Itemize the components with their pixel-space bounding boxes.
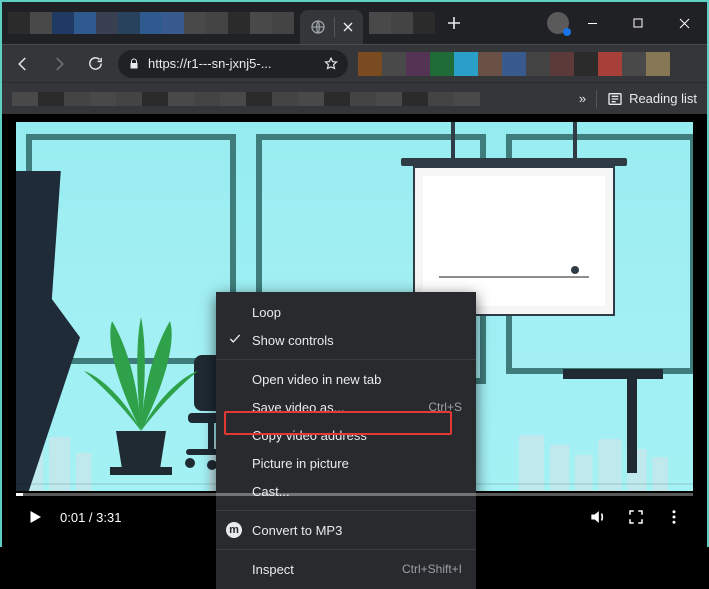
forward-button[interactable] [46, 51, 72, 77]
globe-icon [310, 19, 326, 35]
obscured-tabs [8, 12, 294, 34]
profile-avatar[interactable] [547, 12, 569, 34]
video-controls: 0:01 / 3:31 [16, 493, 693, 537]
video-context-menu: Loop Show controls Open video in new tab… [216, 292, 476, 589]
toolbar: https://r1---sn-jxnj5-... [2, 44, 707, 82]
video-progress-track[interactable] [16, 493, 693, 496]
reading-list-label: Reading list [629, 91, 697, 106]
obscured-extensions [358, 52, 699, 76]
window-titlebar [2, 2, 707, 44]
bookmark-star-icon[interactable] [324, 57, 338, 71]
reload-button[interactable] [82, 51, 108, 77]
ctx-separator [216, 359, 476, 360]
ctx-loop[interactable]: Loop [216, 298, 476, 326]
play-button[interactable] [22, 504, 48, 530]
bookmarks-bar: » Reading list [2, 82, 707, 114]
volume-button[interactable] [585, 504, 611, 530]
ctx-separator [216, 549, 476, 550]
tab-strip [2, 2, 569, 44]
tab-divider [334, 17, 335, 37]
back-button[interactable] [10, 51, 36, 77]
check-icon [228, 332, 242, 349]
url-text: https://r1---sn-jxnj5-... [148, 56, 316, 71]
ctx-show-controls[interactable]: Show controls [216, 326, 476, 354]
lock-icon [128, 58, 140, 70]
video-progress-fill [16, 493, 23, 496]
obscured-bookmarks [12, 92, 480, 106]
ctx-open-new-tab[interactable]: Open video in new tab [216, 365, 476, 393]
ctx-picture-in-picture[interactable]: Picture in picture [216, 449, 476, 477]
divider [596, 90, 597, 108]
address-bar[interactable]: https://r1---sn-jxnj5-... [118, 50, 348, 78]
scene-plant [76, 311, 206, 491]
window-controls [569, 7, 707, 39]
active-tab[interactable] [300, 10, 363, 44]
reading-list-icon [607, 91, 623, 107]
ctx-inspect[interactable]: InspectCtrl+Shift+I [216, 555, 476, 583]
reading-list-button[interactable]: Reading list [607, 91, 697, 107]
obscured-tabs-right [369, 12, 435, 34]
window-maximize-button[interactable] [615, 7, 661, 39]
scene-desk [563, 369, 663, 483]
video-time: 0:01 / 3:31 [60, 510, 121, 525]
fullscreen-button[interactable] [623, 504, 649, 530]
ctx-copy-address[interactable]: Copy video address [216, 421, 476, 449]
ctx-save-video-as[interactable]: Save video as...Ctrl+S [216, 393, 476, 421]
tab-close-button[interactable] [343, 22, 353, 32]
video-viewport: Loop Show controls Open video in new tab… [2, 114, 707, 547]
window-minimize-button[interactable] [569, 7, 615, 39]
window-close-button[interactable] [661, 7, 707, 39]
video-more-button[interactable] [661, 504, 687, 530]
bookmarks-overflow-button[interactable]: » [579, 91, 586, 106]
new-tab-button[interactable] [441, 10, 467, 36]
